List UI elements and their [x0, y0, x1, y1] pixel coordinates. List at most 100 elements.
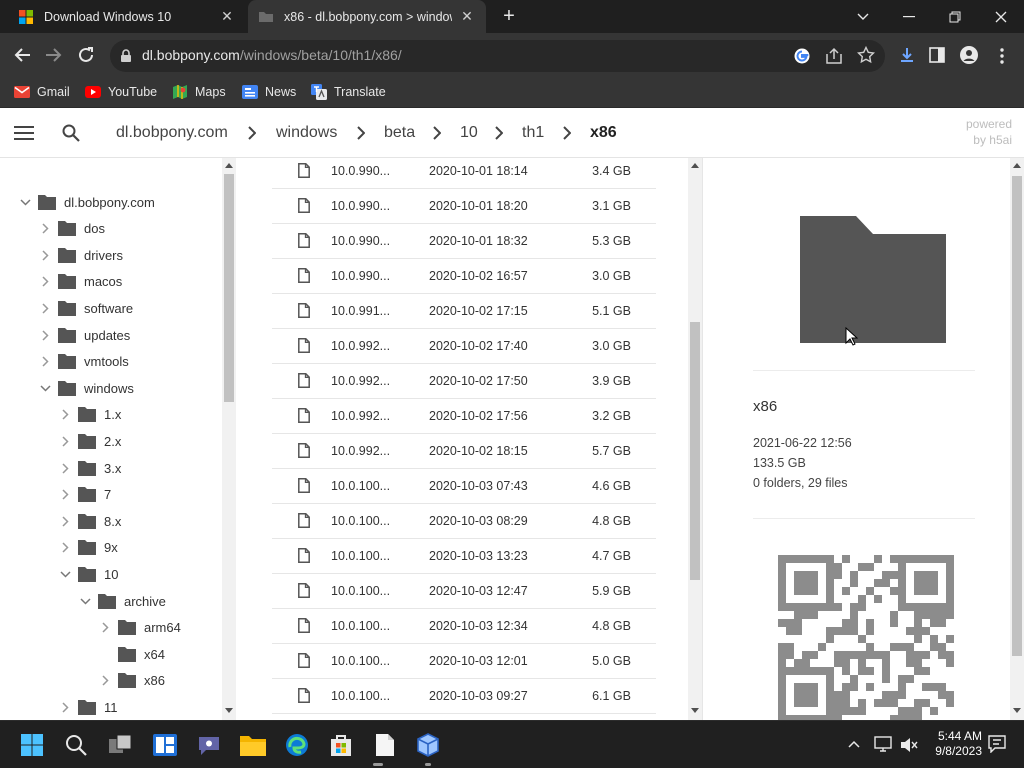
tree-item-x86[interactable]: x86: [98, 670, 165, 692]
scrollbar-thumb[interactable]: [224, 174, 234, 402]
tree-item-software[interactable]: software: [38, 297, 133, 319]
file-row[interactable]: 10.0.991... 2020-10-02 17:15 5.1 GB: [272, 294, 656, 329]
tree-item-vmtools[interactable]: vmtools: [38, 351, 129, 373]
tab-search-chevron-icon[interactable]: [840, 0, 886, 33]
tree-item-10[interactable]: 10: [58, 563, 118, 585]
tree-item-11[interactable]: 11: [58, 696, 118, 718]
bookmark-translate[interactable]: Translate: [311, 82, 386, 102]
show-hidden-icons-chevron-icon[interactable]: [848, 740, 860, 748]
list-scrollbar[interactable]: [688, 158, 702, 720]
tree-item-dl-bobpony-com[interactable]: dl.bobpony.com: [18, 191, 155, 213]
breadcrumb-item[interactable]: beta: [384, 124, 415, 142]
tree-item-8-x[interactable]: 8.x: [58, 510, 121, 532]
notifications-icon[interactable]: [988, 735, 1006, 753]
forward-button[interactable]: [42, 43, 66, 67]
file-row[interactable]: 10.0.992... 2020-10-02 17:56 3.2 GB: [272, 399, 656, 434]
tree-item-dos[interactable]: dos: [38, 218, 105, 240]
chevron-right-icon[interactable]: [38, 356, 52, 367]
bookmark-youtube[interactable]: YouTube: [85, 82, 157, 102]
reload-button[interactable]: [74, 43, 98, 67]
close-window-button[interactable]: [978, 0, 1024, 33]
chrome-menu-icon[interactable]: [999, 47, 1005, 65]
file-row[interactable]: 10.0.100... 2020-10-03 12:34 4.8 GB: [272, 609, 656, 644]
bookmark-gmail[interactable]: Gmail: [14, 82, 70, 102]
tree-item-7[interactable]: 7: [58, 484, 111, 506]
file-row[interactable]: 10.0.992... 2020-10-02 18:15 5.7 GB: [272, 434, 656, 469]
file-row[interactable]: 10.0.100... 2020-10-03 12:01 5.0 GB: [272, 644, 656, 679]
task-view-button[interactable]: [107, 731, 135, 759]
bookmark-maps[interactable]: Maps: [172, 82, 226, 102]
chevron-right-icon[interactable]: [98, 622, 112, 633]
widgets-button[interactable]: [151, 731, 179, 759]
breadcrumb-current[interactable]: x86: [590, 124, 617, 142]
microsoft-store-button[interactable]: [327, 731, 355, 759]
virtualbox-button[interactable]: [414, 731, 442, 759]
chevron-right-icon[interactable]: [58, 436, 72, 447]
downloads-icon[interactable]: [898, 46, 916, 64]
breadcrumb-item[interactable]: th1: [522, 124, 544, 142]
file-row[interactable]: 10.0.990... 2020-10-02 16:57 3.0 GB: [272, 259, 656, 294]
powered-by-h5ai[interactable]: powered by h5ai: [966, 116, 1012, 148]
tree-item-windows[interactable]: windows: [38, 377, 134, 399]
chevron-right-icon[interactable]: [58, 542, 72, 553]
file-row[interactable]: 10.0.100... 2020-10-03 13:23 4.7 GB: [272, 539, 656, 574]
chevron-down-icon[interactable]: [38, 385, 52, 392]
url-text[interactable]: dl.bobpony.com/windows/beta/10/th1/x86/: [142, 47, 402, 63]
back-button[interactable]: [10, 43, 34, 67]
file-explorer-button[interactable]: [239, 731, 267, 759]
file-row[interactable]: 10.0.992... 2020-10-02 17:40 3.0 GB: [272, 329, 656, 364]
edge-browser-button[interactable]: [283, 731, 311, 759]
breadcrumb-item[interactable]: windows: [276, 124, 337, 142]
chevron-right-icon[interactable]: [38, 250, 52, 261]
chevron-right-icon[interactable]: [38, 329, 52, 341]
tree-item-arm64[interactable]: arm64: [98, 617, 181, 639]
chevron-right-icon[interactable]: [98, 675, 112, 686]
tree-item-drivers[interactable]: drivers: [38, 244, 123, 266]
tab-download-windows-10[interactable]: Download Windows 10 ✕: [8, 0, 246, 33]
google-lens-icon[interactable]: [793, 47, 811, 65]
chevron-down-icon[interactable]: [78, 597, 92, 605]
file-row[interactable]: 10.0.992... 2020-10-02 17:50 3.9 GB: [272, 364, 656, 399]
file-row[interactable]: 10.0.990... 2020-10-01 18:20 3.1 GB: [272, 189, 656, 224]
info-scrollbar[interactable]: [1010, 158, 1024, 720]
file-row[interactable]: 10.0.990... 2020-10-01 18:14 3.4 GB: [272, 158, 656, 189]
breadcrumb-item[interactable]: dl.bobpony.com: [116, 124, 228, 142]
notepad-button[interactable]: [371, 731, 399, 759]
scrollbar-thumb[interactable]: [1012, 176, 1022, 656]
scroll-up-arrow-icon[interactable]: [691, 163, 699, 168]
new-tab-button[interactable]: +: [498, 6, 520, 28]
restore-button[interactable]: [932, 0, 978, 33]
network-icon[interactable]: [874, 736, 892, 752]
start-button[interactable]: [18, 731, 46, 759]
tree-item-macos[interactable]: macos: [38, 271, 122, 293]
hamburger-menu-icon[interactable]: [14, 126, 34, 140]
scroll-down-arrow-icon[interactable]: [1013, 708, 1021, 713]
teams-chat-button[interactable]: [195, 731, 223, 759]
chevron-down-icon[interactable]: [18, 198, 32, 206]
scroll-down-arrow-icon[interactable]: [225, 708, 233, 713]
chevron-right-icon[interactable]: [58, 409, 72, 420]
file-row[interactable]: 10.0.100... 2020-10-03 08:29 4.8 GB: [272, 504, 656, 539]
share-icon[interactable]: [825, 47, 843, 65]
file-row[interactable]: 10.0.100... 2020-10-03 07:43 4.6 GB: [272, 469, 656, 504]
tree-item-1-x[interactable]: 1.x: [58, 404, 121, 426]
system-clock[interactable]: 5:44 AM 9/8/2023: [935, 729, 982, 759]
tab-x86-listing[interactable]: x86 - dl.bobpony.com > windows ✕: [248, 0, 486, 33]
chevron-right-icon[interactable]: [58, 462, 72, 474]
tree-item-updates[interactable]: updates: [38, 324, 130, 346]
chevron-right-icon[interactable]: [38, 223, 52, 234]
lock-icon[interactable]: [120, 49, 132, 63]
scrollbar-thumb[interactable]: [690, 322, 700, 580]
scroll-up-arrow-icon[interactable]: [1013, 163, 1021, 168]
taskbar-search-button[interactable]: [62, 731, 90, 759]
tree-item-archive[interactable]: archive: [78, 590, 166, 612]
profile-icon[interactable]: [960, 46, 978, 64]
chevron-down-icon[interactable]: [58, 571, 72, 578]
breadcrumb-item[interactable]: 10: [460, 124, 478, 142]
tree-item-3-x[interactable]: 3.x: [58, 457, 121, 479]
side-panel-icon[interactable]: [929, 47, 945, 63]
tree-scrollbar[interactable]: [222, 158, 236, 720]
tree-item-x64[interactable]: x64: [98, 643, 165, 665]
chevron-right-icon[interactable]: [58, 516, 72, 527]
close-tab-icon[interactable]: ✕: [458, 8, 476, 26]
